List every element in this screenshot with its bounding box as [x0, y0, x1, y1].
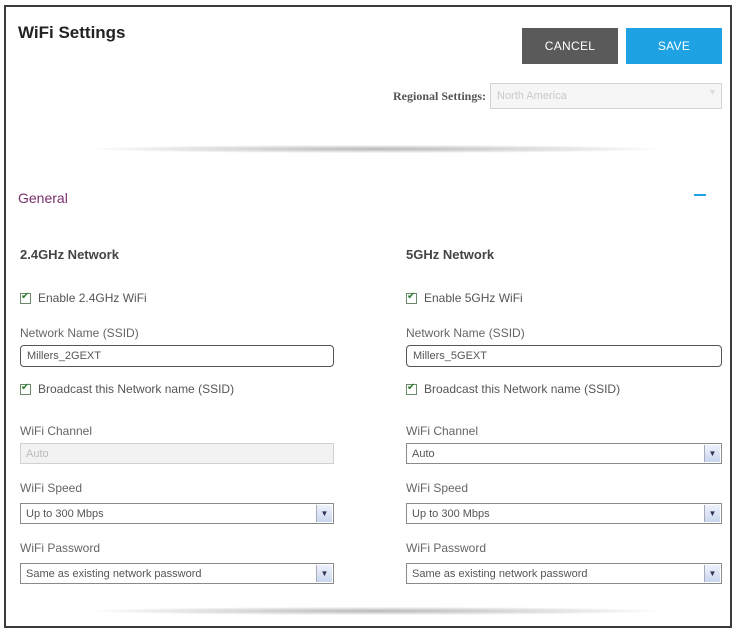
regional-settings-value: North America: [497, 90, 567, 102]
checkmark-icon[interactable]: [406, 382, 417, 395]
channel-5ghz-select[interactable]: Auto ▼: [406, 443, 722, 464]
speed-2ghz-select[interactable]: Up to 300 Mbps ▼: [20, 503, 334, 524]
speed-2ghz-label: WiFi Speed: [20, 481, 83, 495]
password-2ghz-value: Same as existing network password: [26, 568, 202, 580]
enable-2ghz-label: Enable 2.4GHz WiFi: [38, 291, 147, 305]
chevron-down-icon[interactable]: ▼: [704, 565, 720, 582]
speed-2ghz-value: Up to 300 Mbps: [26, 508, 104, 520]
channel-2ghz-label: WiFi Channel: [20, 424, 93, 438]
ssid-2ghz-input[interactable]: Millers_2GEXT: [20, 345, 334, 367]
channel-5ghz-value: Auto: [412, 448, 435, 460]
ssid-2ghz-label: Network Name (SSID): [20, 326, 139, 340]
network-2ghz-title: 2.4GHz Network: [20, 247, 119, 262]
checkmark-icon[interactable]: [406, 291, 417, 304]
chevron-down-icon[interactable]: ▼: [316, 505, 332, 522]
regional-settings-label: Regional Settings:: [393, 89, 486, 103]
broadcast-5ghz-row[interactable]: Broadcast this Network name (SSID): [406, 382, 620, 396]
channel-2ghz-value: Auto: [26, 448, 49, 460]
chevron-down-icon[interactable]: ▼: [704, 445, 720, 462]
regional-settings-select: North America ▼: [490, 83, 722, 109]
password-2ghz-select[interactable]: Same as existing network password ▼: [20, 563, 334, 584]
checkmark-icon[interactable]: [20, 291, 31, 304]
save-button[interactable]: SAVE: [626, 28, 722, 64]
ssid-5ghz-input[interactable]: Millers_5GEXT: [406, 345, 722, 367]
ssid-5ghz-label: Network Name (SSID): [406, 326, 525, 340]
section-divider: [96, 145, 656, 153]
page-title: WiFi Settings: [18, 23, 126, 42]
broadcast-5ghz-label: Broadcast this Network name (SSID): [424, 382, 621, 396]
enable-5ghz-row[interactable]: Enable 5GHz WiFi: [406, 291, 523, 305]
password-2ghz-label: WiFi Password: [20, 541, 101, 555]
cancel-button[interactable]: CANCEL: [522, 28, 618, 64]
channel-5ghz-label: WiFi Channel: [406, 424, 479, 438]
network-5ghz-title: 5GHz Network: [406, 247, 495, 262]
speed-5ghz-value: Up to 300 Mbps: [412, 508, 490, 520]
broadcast-2ghz-row[interactable]: Broadcast this Network name (SSID): [20, 382, 234, 396]
minus-icon[interactable]: [694, 194, 706, 196]
broadcast-2ghz-label: Broadcast this Network name (SSID): [38, 382, 235, 396]
settings-panel: WiFi Settings CANCEL SAVE Regional Setti…: [4, 5, 732, 628]
password-5ghz-label: WiFi Password: [406, 541, 487, 555]
chevron-down-icon[interactable]: ▼: [316, 565, 332, 582]
checkmark-icon[interactable]: [20, 382, 31, 395]
chevron-down-icon[interactable]: ▼: [704, 505, 720, 522]
channel-2ghz-select: Auto: [20, 443, 334, 464]
enable-2ghz-row[interactable]: Enable 2.4GHz WiFi: [20, 291, 147, 305]
password-5ghz-value: Same as existing network password: [412, 568, 588, 580]
password-5ghz-select[interactable]: Same as existing network password ▼: [406, 563, 722, 584]
speed-5ghz-select[interactable]: Up to 300 Mbps ▼: [406, 503, 722, 524]
section-title-general: General: [18, 190, 68, 206]
section-divider: [96, 607, 656, 615]
speed-5ghz-label: WiFi Speed: [406, 481, 469, 495]
enable-5ghz-label: Enable 5GHz WiFi: [424, 291, 523, 305]
chevron-down-icon: ▼: [708, 87, 717, 97]
